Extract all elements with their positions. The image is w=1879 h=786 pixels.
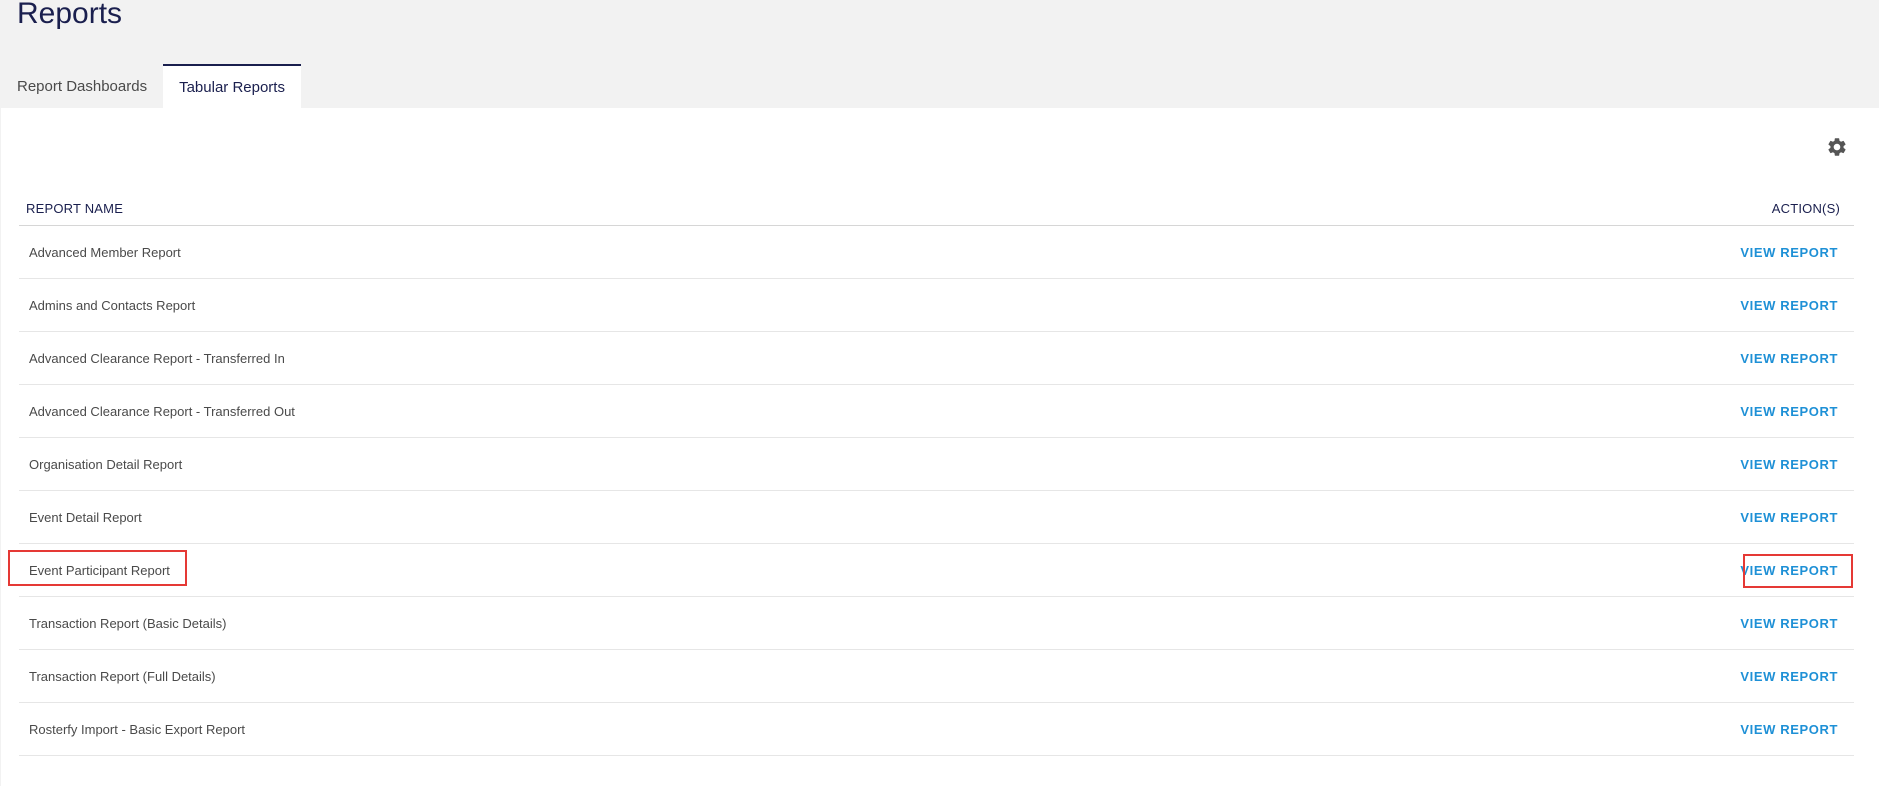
column-header-report-name: REPORT NAME [26, 200, 124, 216]
table-row-highlighted: Event Participant Report VIEW REPORT [8, 544, 1854, 597]
reports-table: REPORT NAME ACTION(S) Advanced Member Re… [8, 191, 1854, 756]
view-report-button[interactable]: VIEW REPORT [1740, 245, 1854, 260]
table-row: Organisation Detail Report VIEW REPORT [19, 438, 1854, 491]
table-row: Admins and Contacts Report VIEW REPORT [19, 279, 1854, 332]
column-header-actions: ACTION(S) [1771, 200, 1840, 216]
view-report-button[interactable]: VIEW REPORT [1740, 510, 1854, 525]
view-report-button[interactable]: VIEW REPORT [1740, 351, 1854, 366]
table-row: Transaction Report (Full Details) VIEW R… [19, 650, 1854, 703]
table-row: Advanced Member Report VIEW REPORT [19, 226, 1854, 279]
tab-tabular-reports[interactable]: Tabular Reports [163, 64, 301, 108]
page-title: Reports [17, 0, 123, 30]
report-name: Transaction Report (Basic Details) [29, 615, 227, 631]
view-report-button[interactable]: VIEW REPORT [1740, 722, 1854, 737]
tab-report-dashboards[interactable]: Report Dashboards [1, 64, 163, 108]
report-name: Event Participant Report [29, 562, 170, 578]
report-name: Transaction Report (Full Details) [29, 668, 216, 684]
report-name: Admins and Contacts Report [29, 297, 196, 313]
view-report-button[interactable]: VIEW REPORT [1740, 669, 1854, 684]
view-report-button[interactable]: VIEW REPORT [1740, 457, 1854, 472]
table-row: Advanced Clearance Report - Transferred … [19, 385, 1854, 438]
view-report-button[interactable]: VIEW REPORT [1740, 563, 1854, 578]
view-report-button[interactable]: VIEW REPORT [1740, 616, 1854, 631]
report-name: Advanced Member Report [29, 244, 181, 260]
report-name: Rosterfy Import - Basic Export Report [29, 721, 246, 737]
table-row: Transaction Report (Basic Details) VIEW … [19, 597, 1854, 650]
view-report-button[interactable]: VIEW REPORT [1740, 298, 1854, 313]
table-row: Event Detail Report VIEW REPORT [19, 491, 1854, 544]
tab-bar: Report Dashboards Tabular Reports [1, 64, 301, 108]
table-row: Rosterfy Import - Basic Export Report VI… [19, 703, 1854, 756]
report-name: Event Detail Report [29, 509, 142, 525]
report-name: Organisation Detail Report [29, 456, 183, 472]
report-name: Advanced Clearance Report - Transferred … [29, 350, 285, 366]
table-header: REPORT NAME ACTION(S) [19, 191, 1854, 226]
view-report-button[interactable]: VIEW REPORT [1740, 404, 1854, 419]
report-name: Advanced Clearance Report - Transferred … [29, 403, 295, 419]
reports-panel: REPORT NAME ACTION(S) Advanced Member Re… [1, 108, 1879, 786]
table-row: Advanced Clearance Report - Transferred … [19, 332, 1854, 385]
gear-icon[interactable] [1826, 136, 1848, 158]
